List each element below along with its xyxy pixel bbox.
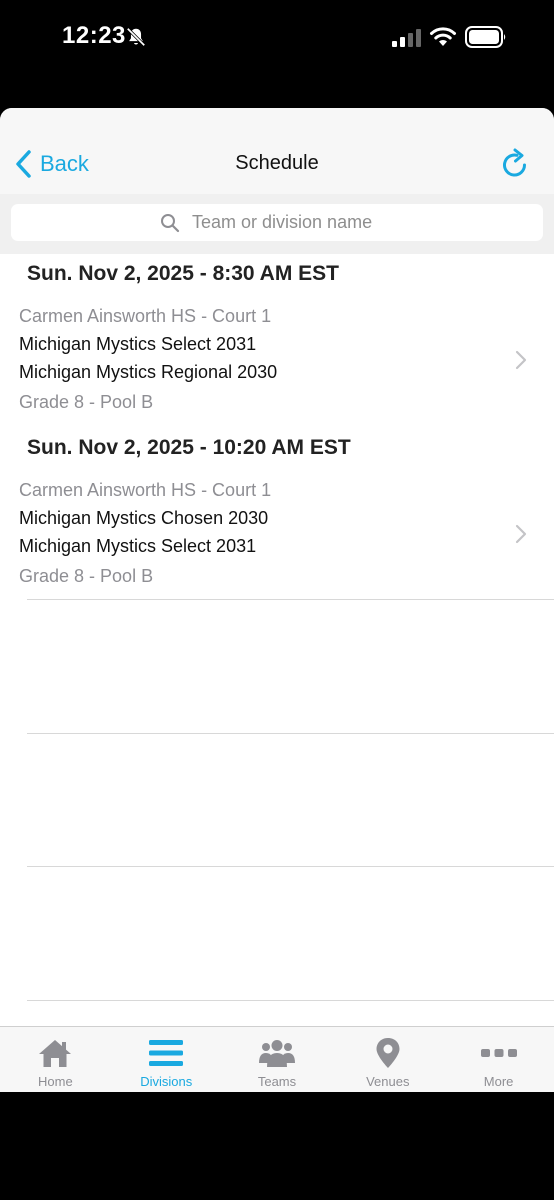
- game-team-1: Michigan Mystics Select 2031: [19, 334, 257, 354]
- chevron-right-icon: [515, 350, 527, 370]
- game-row[interactable]: Carmen Ainsworth HS - Court 1 Michigan M…: [0, 472, 554, 592]
- phone-screen: 12:23 Back Schedule Team or division nam…: [0, 0, 554, 1200]
- list-divider: [27, 866, 554, 867]
- cellular-signal-icon: [392, 29, 421, 47]
- more-dots-icon: [480, 1049, 517, 1057]
- search-bar: [0, 194, 554, 254]
- chevron-right-icon: [515, 524, 527, 544]
- game-team-2: Michigan Mystics Regional 2030: [19, 362, 278, 382]
- people-icon: [258, 1040, 295, 1067]
- game-team-1: Michigan Mystics Chosen 2030: [19, 508, 269, 528]
- menu-icon: [149, 1040, 184, 1066]
- search-input[interactable]: [190, 211, 394, 234]
- tab-label: Venues: [366, 1074, 410, 1089]
- game-venue: Carmen Ainsworth HS - Court 1: [19, 306, 272, 326]
- wifi-icon: [430, 27, 456, 46]
- status-time: 12:23: [62, 22, 126, 49]
- tab-divisions[interactable]: Divisions: [111, 1027, 222, 1092]
- tab-more[interactable]: More: [443, 1027, 554, 1092]
- page-title: Schedule: [235, 152, 319, 174]
- game-pool: Grade 8 - Pool B: [19, 566, 154, 586]
- refresh-icon[interactable]: [500, 148, 530, 180]
- navigation-bar: Back Schedule: [0, 108, 554, 195]
- list-divider: [27, 733, 554, 734]
- search-box[interactable]: [11, 204, 543, 241]
- tab-home[interactable]: Home: [0, 1027, 111, 1092]
- game-team-2: Michigan Mystics Select 2031: [19, 536, 257, 556]
- battery-icon: [465, 26, 506, 48]
- search-icon: [161, 213, 180, 232]
- game-row[interactable]: Carmen Ainsworth HS - Court 1 Michigan M…: [0, 298, 554, 418]
- tab-label: More: [483, 1074, 514, 1089]
- list-divider: [27, 599, 554, 600]
- map-pin-icon: [376, 1038, 400, 1068]
- status-bar: 12:23: [0, 0, 554, 80]
- tab-label: Divisions: [140, 1074, 193, 1089]
- game-pool: Grade 8 - Pool B: [19, 392, 154, 412]
- schedule-sheet: Back Schedule Sun. Nov 2, 2025 - 8:30 AM…: [0, 108, 554, 1092]
- tab-label: Teams: [257, 1074, 297, 1089]
- tab-venues[interactable]: Venues: [332, 1027, 443, 1092]
- game-venue: Carmen Ainsworth HS - Court 1: [19, 480, 272, 500]
- bell-off-icon: [126, 27, 146, 47]
- home-icon: [39, 1040, 72, 1067]
- date-section-header: Sun. Nov 2, 2025 - 8:30 AM EST: [27, 262, 339, 285]
- date-section-header: Sun. Nov 2, 2025 - 10:20 AM EST: [27, 436, 351, 459]
- tab-teams[interactable]: Teams: [222, 1027, 333, 1092]
- tab-label: Home: [38, 1074, 73, 1089]
- tab-bar: Home Divisions Teams Venues More: [0, 1026, 554, 1092]
- list-divider: [27, 1000, 554, 1001]
